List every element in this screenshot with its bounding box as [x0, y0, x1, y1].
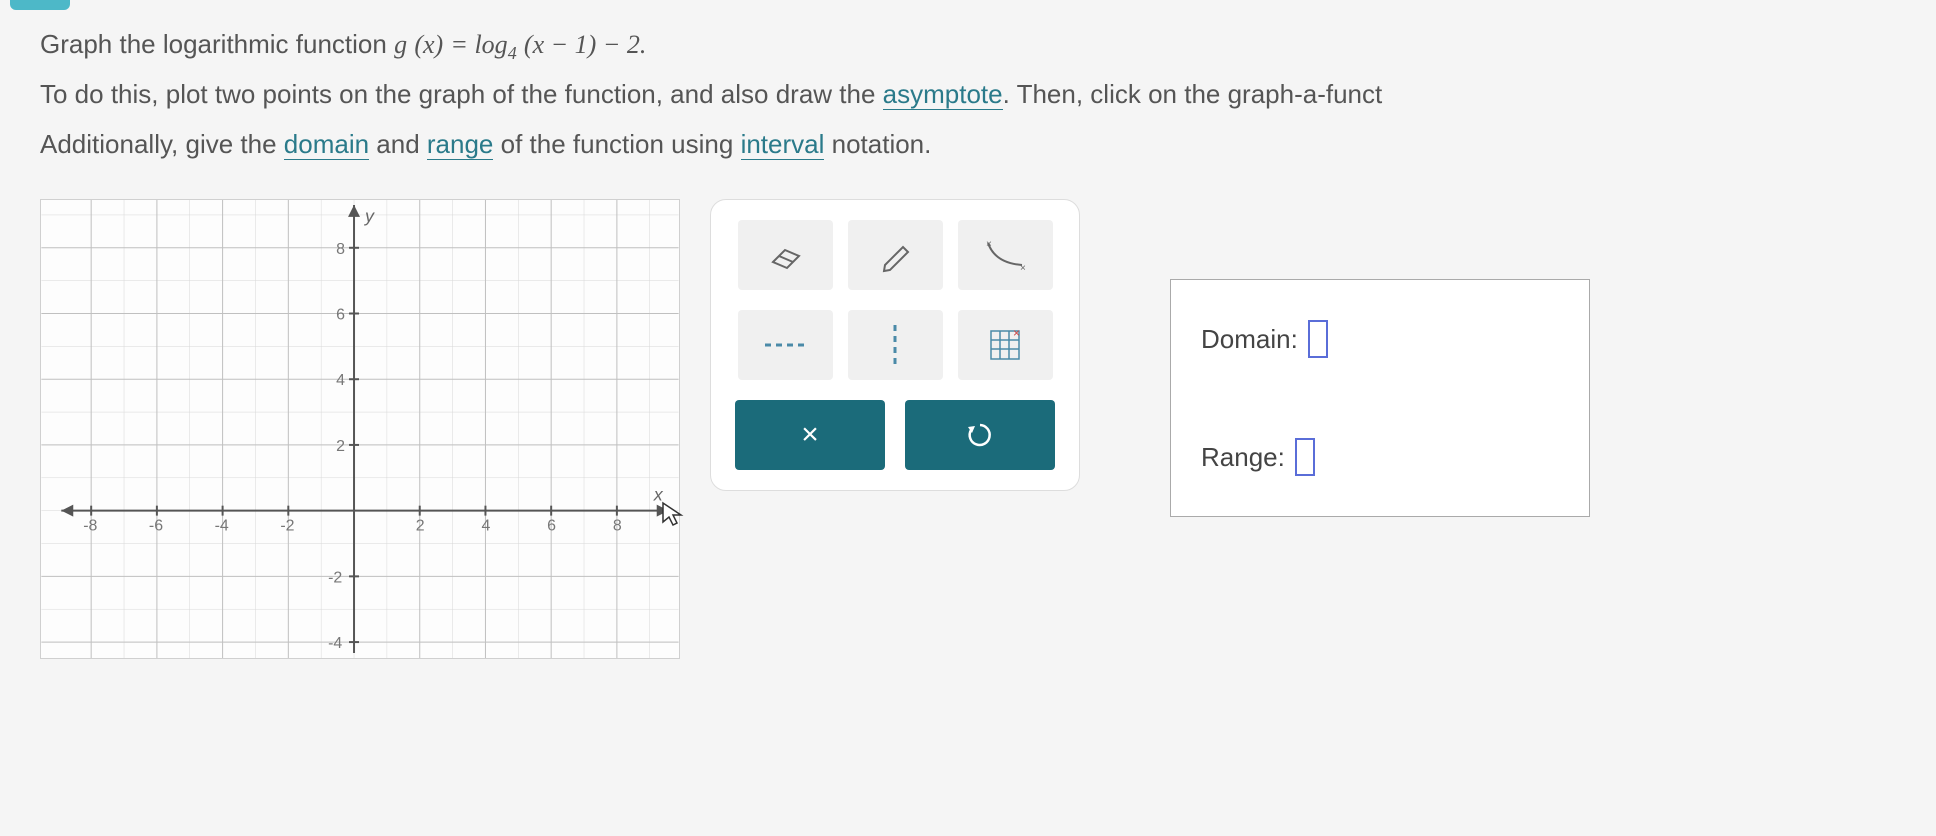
text: of the function using — [493, 129, 740, 159]
text: notation. — [824, 129, 931, 159]
y-axis-label: y — [363, 206, 375, 226]
pencil-tool[interactable] — [848, 220, 943, 290]
undo-icon — [965, 420, 995, 450]
text: 4 — [508, 43, 517, 63]
text: and — [369, 129, 427, 159]
domain-link[interactable]: domain — [284, 129, 369, 160]
svg-text:8: 8 — [336, 241, 345, 258]
svg-text:-4: -4 — [215, 518, 229, 535]
vdashed-icon — [885, 320, 905, 370]
text: To do this, plot two points on the graph… — [40, 79, 883, 109]
domain-label: Domain: — [1201, 324, 1298, 355]
svg-text:-4: -4 — [328, 635, 342, 652]
clear-button[interactable]: × — [735, 400, 885, 470]
svg-text:6: 6 — [547, 518, 556, 535]
svg-text:×: × — [1020, 263, 1026, 274]
text: Additionally, give the — [40, 129, 284, 159]
hdashed-icon — [760, 335, 810, 355]
svg-text:-6: -6 — [149, 518, 163, 535]
text: g — [394, 30, 407, 59]
tool-panel: × × — [710, 199, 1080, 491]
svg-text:6: 6 — [336, 307, 345, 324]
svg-text:-2: -2 — [328, 569, 342, 586]
x-axis-label: x — [653, 485, 664, 505]
graph-svg: y x -8 -6 -4 -2 2 4 6 8 8 6 4 2 -2 -4 — [41, 200, 679, 658]
undo-button[interactable] — [905, 400, 1055, 470]
text: (x − 1) − 2. — [524, 30, 646, 59]
status-badge — [10, 0, 70, 10]
problem-statement: Graph the logarithmic function g (x) = l… — [40, 20, 1896, 169]
svg-text:-8: -8 — [83, 518, 97, 535]
svg-text:2: 2 — [336, 438, 345, 455]
domain-input[interactable] — [1308, 320, 1328, 358]
text: (x) — [414, 30, 443, 59]
text: Graph the logarithmic function — [40, 29, 394, 59]
x-icon: × — [801, 418, 819, 452]
svg-text:×: × — [1013, 327, 1020, 340]
svg-text:-2: -2 — [280, 518, 294, 535]
asymptote-link[interactable]: asymptote — [883, 79, 1003, 110]
range-input[interactable] — [1295, 438, 1315, 476]
curve-icon: × × — [980, 235, 1030, 275]
grid-icon: × — [987, 327, 1023, 363]
text: = log — [450, 30, 507, 59]
range-label: Range: — [1201, 442, 1285, 473]
graph-canvas[interactable]: y x -8 -6 -4 -2 2 4 6 8 8 6 4 2 -2 -4 — [40, 199, 680, 659]
svg-text:4: 4 — [336, 372, 345, 389]
text: . Then, click on the graph-a-funct — [1003, 79, 1383, 109]
pencil-icon — [875, 235, 915, 275]
svg-text:×: × — [986, 239, 992, 250]
svg-text:8: 8 — [613, 518, 622, 535]
eraser-icon — [765, 240, 805, 270]
vdashed-tool[interactable] — [848, 310, 943, 380]
hdashed-tool[interactable] — [738, 310, 833, 380]
range-link[interactable]: range — [427, 129, 494, 160]
eraser-tool[interactable] — [738, 220, 833, 290]
answer-panel: Domain: Range: — [1170, 279, 1590, 517]
grid-tool[interactable]: × — [958, 310, 1053, 380]
svg-text:2: 2 — [416, 518, 425, 535]
curve-tool[interactable]: × × — [958, 220, 1053, 290]
svg-text:4: 4 — [481, 518, 490, 535]
interval-link[interactable]: interval — [741, 129, 825, 160]
